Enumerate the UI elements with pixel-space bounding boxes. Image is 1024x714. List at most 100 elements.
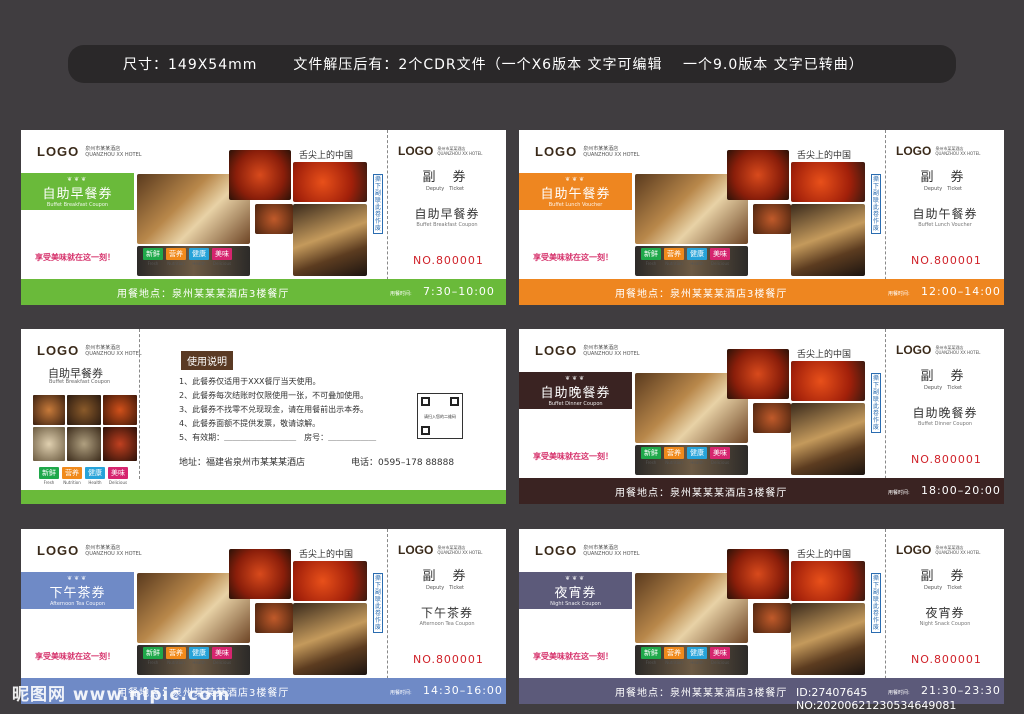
badge-label-en: Health bbox=[690, 460, 704, 465]
slogan: 享受美味就在这一刻！ bbox=[533, 452, 613, 461]
file-desc-text: 文件解压后有：2个CDR文件（一个X6版本 文字可编辑 一个9.0版本 文字已转… bbox=[293, 57, 864, 73]
rule-item: 3、此餐券不找零不兑现现金，请在用餐前出示本券。 bbox=[179, 405, 369, 414]
coupon-title-en: Buffet Lunch Voucher bbox=[548, 201, 603, 208]
badge-1: 营养 Nutrition bbox=[62, 467, 82, 485]
logo-text: LOGO bbox=[535, 543, 578, 558]
badge-label-en: Nutrition bbox=[167, 660, 185, 665]
dish-photo bbox=[753, 204, 791, 234]
badge-1: 营养 Nutrition bbox=[664, 248, 684, 266]
badge-label-en: Fresh bbox=[147, 660, 159, 665]
crayfish-photo bbox=[727, 549, 789, 599]
badge-label-en: Delicious bbox=[710, 261, 730, 266]
stub-logo: LOGO 泉州市某某酒店 QUANZHOU XX HOTEL bbox=[896, 343, 980, 357]
badge-2: 健康 Health bbox=[687, 647, 707, 665]
stub-header: 副 券 Deputy Ticket bbox=[915, 166, 971, 192]
stub-header: 副 券 Deputy Ticket bbox=[915, 365, 971, 391]
badge-label: 新鲜 bbox=[143, 647, 163, 659]
stub-title-en: Deputy Ticket bbox=[924, 385, 962, 391]
badge-3: 美味 Delicious bbox=[212, 248, 232, 266]
stub-coupon-name: 自助晚餐券 Buffet Dinner Coupon bbox=[899, 404, 991, 427]
stub-coupon-name: 夜宵券 Night Snack Coupon bbox=[899, 604, 991, 627]
badge-label: 美味 bbox=[710, 248, 730, 260]
meal-time: 12:00–14:00 bbox=[921, 285, 1001, 298]
logo: LOGO 泉州市某某酒店 QUANZHOU XX HOTEL bbox=[535, 343, 640, 358]
badge-0: 新鲜 Fresh bbox=[641, 647, 661, 665]
coupon-title-en: Night Snack Coupon bbox=[550, 600, 601, 607]
logo-text: LOGO bbox=[896, 543, 932, 557]
rule-item: 5、有效期：＿＿＿＿＿＿＿＿＿ 房号：＿＿＿＿＿＿ bbox=[179, 433, 377, 442]
venue-text: 用餐地点：泉州某某某酒店3楼餐厅 bbox=[615, 487, 788, 499]
logo-text: LOGO bbox=[37, 343, 80, 358]
stub-title: 副 券 bbox=[422, 170, 468, 185]
hotel-name-en: QUANZHOU XX HOTEL bbox=[935, 350, 981, 355]
lobster-photo bbox=[791, 361, 865, 401]
tagline: 舌尖上的中国 bbox=[797, 350, 852, 360]
tear-off-note: 撕下副联此卷作废 bbox=[871, 573, 881, 633]
coupon-title-band: ❦❦❦ 自助早餐券 Buffet Breakfast Coupon bbox=[21, 173, 134, 210]
logo-text: LOGO bbox=[896, 343, 932, 357]
stub-header: 副 券 Deputy Ticket bbox=[417, 565, 473, 591]
rule-item: 4、此餐券面额不提供发票，敬请谅解。 bbox=[179, 419, 321, 428]
stub-coupon-name: 自助早餐券 Buffet Breakfast Coupon bbox=[401, 205, 493, 228]
dish-photo bbox=[753, 403, 791, 433]
address-text: 地址：福建省泉州市某某某酒店 bbox=[179, 458, 306, 468]
badge-label-en: Fresh bbox=[645, 261, 657, 266]
badge-label: 新鲜 bbox=[641, 248, 661, 260]
badge-1: 营养 Nutrition bbox=[664, 647, 684, 665]
badge-label: 美味 bbox=[710, 447, 730, 459]
tear-off-note: 撕下副联此卷作废 bbox=[373, 573, 383, 633]
stub-coupon-title: 夜宵券 bbox=[925, 606, 965, 620]
badge-2: 健康 Health bbox=[687, 447, 707, 465]
stub-coupon-title: 自助早餐券 bbox=[414, 207, 480, 221]
badge-label-en: Nutrition bbox=[167, 261, 185, 266]
venue-text: 用餐地点：泉州某某某酒店3楼餐厅 bbox=[615, 687, 788, 699]
feature-badges: 新鲜 Fresh 营养 Nutrition 健康 Health 美味 Delicious bbox=[641, 647, 730, 665]
logo: LOGO 泉州市某某酒店 QUANZHOU XX HOTEL bbox=[37, 144, 142, 159]
venue-text: 用餐地点：泉州某某某酒店3楼餐厅 bbox=[615, 288, 788, 300]
slogan: 享受美味就在这一刻！ bbox=[35, 253, 115, 262]
hotel-name-en: QUANZHOU XX HOTEL bbox=[583, 350, 640, 357]
badge-label-en: Nutrition bbox=[665, 660, 683, 665]
badge-label-en: Health bbox=[88, 480, 102, 485]
dish-photo bbox=[255, 204, 293, 234]
stub-coupon-name: 自助午餐券 Buffet Lunch Voucher bbox=[899, 205, 991, 228]
usage-title: 使用说明 bbox=[181, 351, 233, 370]
coupon-ticket: LOGO 泉州市某某酒店 QUANZHOU XX HOTEL ❦❦❦ 自助早餐券 B… bbox=[21, 130, 506, 305]
badge-label: 营养 bbox=[166, 647, 186, 659]
badge-3: 美味 Delicious bbox=[212, 647, 232, 665]
lobster-photo bbox=[791, 162, 865, 202]
badge-2: 健康 Health bbox=[189, 647, 209, 665]
badge-label: 营养 bbox=[664, 248, 684, 260]
food-mosaic bbox=[33, 395, 137, 461]
logo-text: LOGO bbox=[398, 543, 434, 557]
dining-room-photo bbox=[791, 204, 865, 276]
hotel-name-en: QUANZHOU XX HOTEL bbox=[935, 151, 981, 156]
badge-label: 营养 bbox=[62, 467, 82, 479]
stub-header: 副 券 Deputy Ticket bbox=[417, 166, 473, 192]
logo-text: LOGO bbox=[896, 144, 932, 158]
feature-badges: 新鲜 Fresh 营养 Nutrition 健康 Health 美味 Delicious bbox=[641, 248, 730, 266]
watermark-id: ID:27407645 NO:20200621230534649081 bbox=[796, 686, 957, 712]
badge-0: 新鲜 Fresh bbox=[641, 248, 661, 266]
slogan: 享受美味就在这一刻！ bbox=[533, 253, 613, 262]
badge-label: 美味 bbox=[212, 248, 232, 260]
badge-label: 美味 bbox=[108, 467, 128, 479]
badge-label-en: Delicious bbox=[212, 261, 232, 266]
info-coupon-title-en: Buffet Breakfast Coupon bbox=[49, 379, 111, 385]
crayfish-photo bbox=[727, 349, 789, 399]
lobster-photo bbox=[791, 561, 865, 601]
stub-coupon-title: 自助晚餐券 bbox=[912, 406, 978, 420]
rule-item: 1、此餐券仅适用于XXX餐厅当天使用。 bbox=[179, 377, 321, 386]
bottom-bar: 用餐地点：泉州某某某酒店3楼餐厅 用餐时间: 7:30–10:00 bbox=[21, 279, 506, 305]
watermark-site: 昵图网 www.nipic.com bbox=[12, 685, 231, 705]
badge-label: 营养 bbox=[664, 447, 684, 459]
stub-logo: LOGO 泉州市某某酒店 QUANZHOU XX HOTEL bbox=[896, 543, 980, 557]
header-bar: 尺寸：149X54mm 文件解压后有：2个CDR文件（一个X6版本 文字可编辑 … bbox=[68, 45, 956, 83]
time-label: 用餐时间: bbox=[888, 490, 910, 496]
badge-label: 健康 bbox=[189, 647, 209, 659]
badge-label: 健康 bbox=[687, 248, 707, 260]
badge-3: 美味 Delicious bbox=[710, 447, 730, 465]
coupon-title-band: ❦❦❦ 自助晚餐券 Buffet Dinner Coupon bbox=[519, 372, 632, 409]
stub-title-en: Deputy Ticket bbox=[924, 186, 962, 192]
badge-label-en: Fresh bbox=[645, 660, 657, 665]
